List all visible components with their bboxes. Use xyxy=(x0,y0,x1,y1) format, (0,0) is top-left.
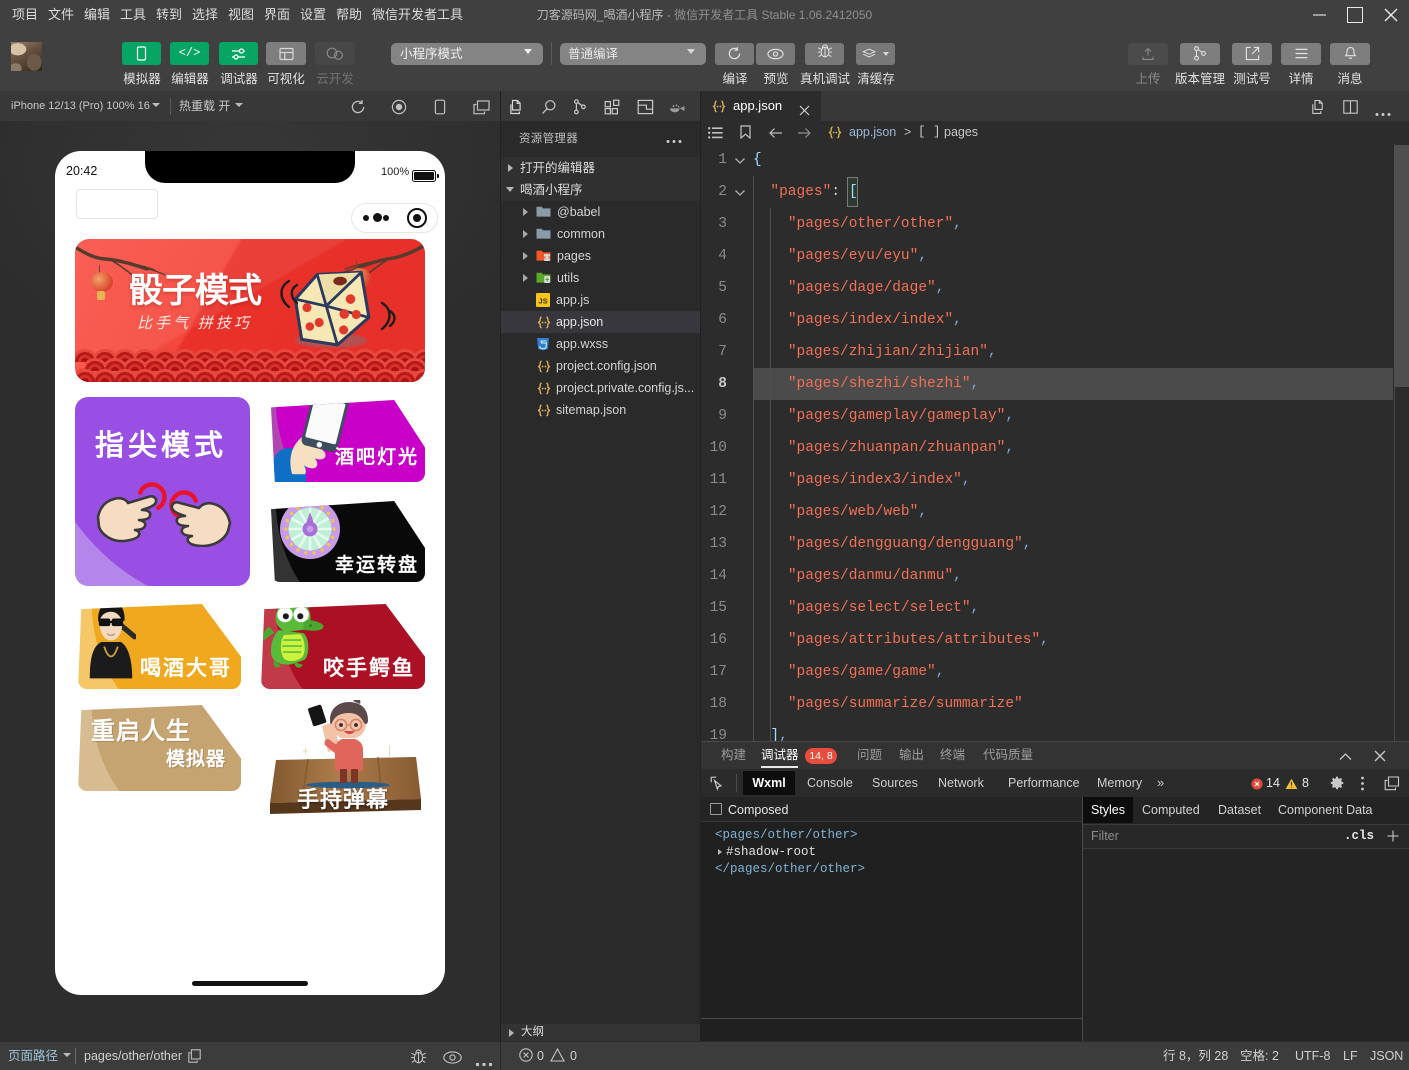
svg-text:+: + xyxy=(302,744,309,758)
svg-text:JS: JS xyxy=(538,297,547,306)
svg-text:|: | xyxy=(388,743,391,757)
